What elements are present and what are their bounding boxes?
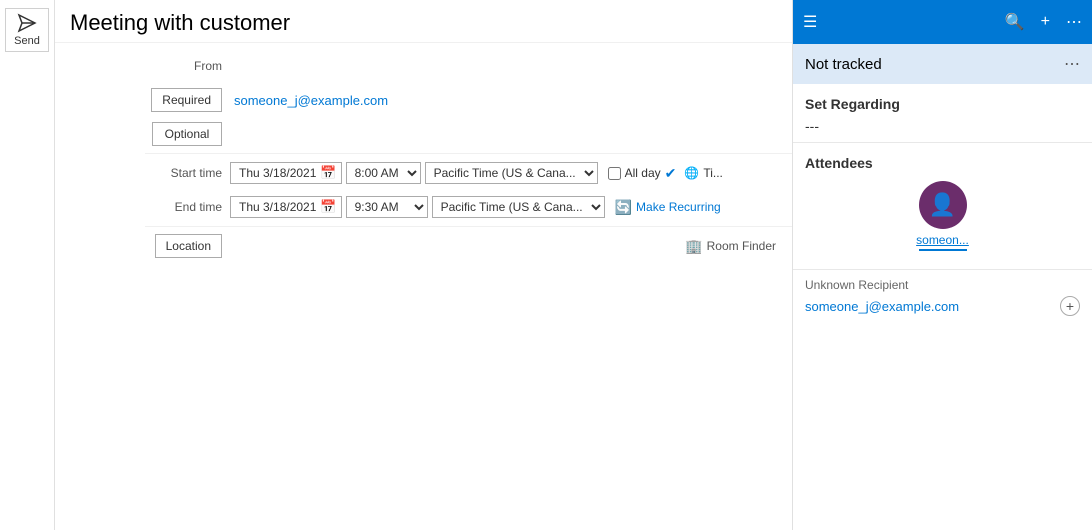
room-finder-button[interactable]: 🏢 Room Finder [679,236,782,257]
send-button[interactable]: Send [5,8,49,52]
location-input[interactable] [230,237,679,256]
allday-group: All day ✔ 🌐 Ti... [608,165,723,182]
recurring-icon: 🔄 [615,199,632,216]
end-time-field: Thu 3/18/2021 📅 9:30 AM 10:00 AM Pacific… [230,196,792,218]
end-datetime-group: Thu 3/18/2021 📅 9:30 AM 10:00 AM Pacific… [230,196,782,218]
room-finder-icon: 🏢 [685,238,702,255]
start-calendar-icon[interactable]: 📅 [320,165,336,181]
hamburger-icon[interactable]: ☰ [803,12,817,32]
location-label-cell: Location [55,234,230,258]
end-date-text: Thu 3/18/2021 [235,199,320,215]
recurring-label: Make Recurring [636,200,721,214]
required-row: Required [55,83,792,117]
start-datetime-group: Thu 3/18/2021 📅 8:00 AM 8:30 AM 9:00 AM … [230,162,782,184]
end-calendar-icon[interactable]: 📅 [320,199,336,215]
attendee-avatar-wrap: 👤 someon... [805,181,1080,251]
topbar-icons-right: 🔍 + ⋯ [1005,12,1082,32]
start-time-field: Thu 3/18/2021 📅 8:00 AM 8:30 AM 9:00 AM … [230,162,792,184]
more-icon-topbar[interactable]: ⋯ [1066,12,1082,32]
required-field [230,91,792,110]
start-date-text: Thu 3/18/2021 [235,165,320,181]
attendees-section: Attendees 👤 someon... [793,143,1092,269]
divider-2 [145,226,792,227]
clock-icon: 🌐 [684,166,699,180]
end-time-select[interactable]: 9:30 AM 10:00 AM [346,196,428,218]
send-panel: Send [0,0,55,530]
set-regarding-value: --- [805,118,1080,134]
unknown-recipient-label: Unknown Recipient [805,278,1080,292]
topbar-icons-left: ☰ [803,12,817,32]
compose-area: Meeting with customer From Required Opti… [55,0,792,530]
set-regarding-section: Set Regarding --- [793,84,1092,143]
room-finder-label: Room Finder [707,239,776,253]
optional-email-input[interactable] [230,125,782,144]
attendee-underline [919,249,967,251]
avatar-person-icon: 👤 [929,192,956,218]
location-button[interactable]: Location [155,234,222,258]
optional-field [230,125,792,144]
attendees-title: Attendees [805,155,1080,171]
meeting-title: Meeting with customer [70,10,777,36]
check-icon: ✔ [665,165,677,182]
not-tracked-section: Not tracked ⋯ [793,44,1092,84]
location-row: Location 🏢 Room Finder [55,229,792,263]
avatar: 👤 [919,181,967,229]
unknown-recipient-email-row: someone_j@example.com + [805,296,1080,316]
start-time-row: Start time Thu 3/18/2021 📅 8:00 AM 8:30 … [55,156,792,190]
set-regarding-title: Set Regarding [805,96,1080,112]
end-time-label: End time [55,200,230,214]
add-recipient-button[interactable]: + [1060,296,1080,316]
search-icon[interactable]: 🔍 [1005,12,1025,32]
end-time-row: End time Thu 3/18/2021 📅 9:30 AM 10:00 A… [55,190,792,224]
required-button[interactable]: Required [151,88,222,112]
allday-label: All day [625,166,661,180]
form-section: From Required Optional Start time [55,43,792,263]
end-date-wrap: Thu 3/18/2021 📅 [230,196,342,218]
attendee-name[interactable]: someon... [916,233,969,247]
right-topbar: ☰ 🔍 + ⋯ [793,0,1092,44]
start-timezone-select[interactable]: Pacific Time (US & Cana... Eastern Time [425,162,598,184]
start-date-wrap: Thu 3/18/2021 📅 [230,162,342,184]
from-row: From [55,49,792,83]
optional-label-cell: Optional [55,122,230,146]
location-field: 🏢 Room Finder [230,236,792,257]
make-recurring-link[interactable]: 🔄 Make Recurring [615,199,721,216]
title-row: Meeting with customer [55,0,792,43]
start-time-label: Start time [55,166,230,180]
required-label-cell: Required [55,88,230,112]
optional-button[interactable]: Optional [152,122,222,146]
start-time-select[interactable]: 8:00 AM 8:30 AM 9:00 AM [346,162,421,184]
allday-checkbox[interactable] [608,167,621,180]
unknown-recipient-email[interactable]: someone_j@example.com [805,299,959,314]
from-label: From [55,59,230,73]
right-panel: ☰ 🔍 + ⋯ Not tracked ⋯ Set Regarding --- … [792,0,1092,530]
optional-row: Optional [55,117,792,151]
send-label: Send [14,35,40,47]
required-email-input[interactable] [230,91,782,110]
plus-icon[interactable]: + [1041,13,1050,31]
time-suffix: Ti... [703,166,723,180]
unknown-recipient-section: Unknown Recipient someone_j@example.com … [793,269,1092,324]
end-timezone-select[interactable]: Pacific Time (US & Cana... Eastern Time [432,196,605,218]
send-icon [17,13,37,33]
not-tracked-more-icon[interactable]: ⋯ [1064,54,1080,74]
divider-1 [145,153,792,154]
not-tracked-text: Not tracked [805,56,882,73]
